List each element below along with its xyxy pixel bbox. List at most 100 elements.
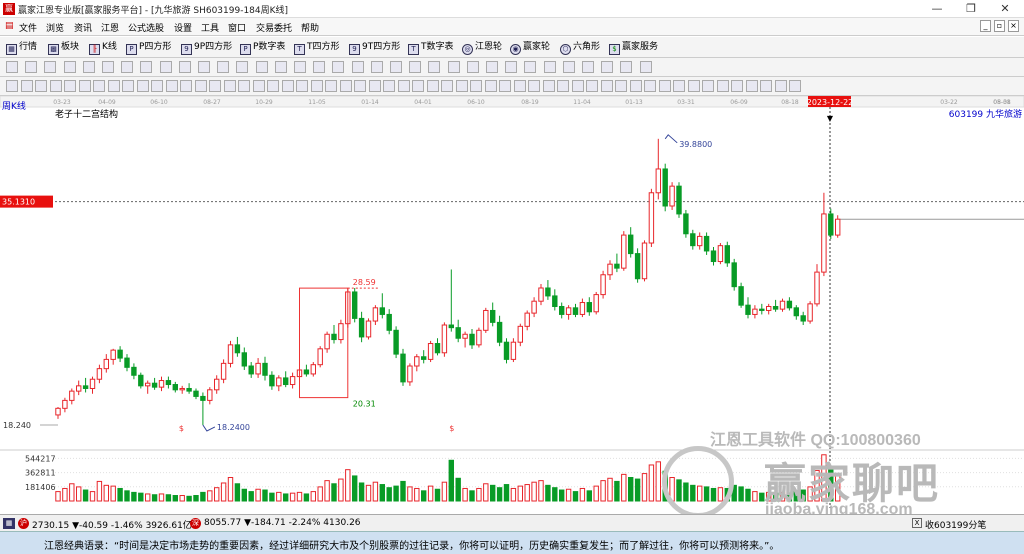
tool-icon[interactable] <box>470 80 482 92</box>
tool-icon[interactable] <box>447 61 460 73</box>
tool-icon[interactable] <box>236 61 249 73</box>
menu-formula[interactable]: 公式选股 <box>128 21 164 34</box>
tool-icon[interactable] <box>543 61 556 73</box>
tool-icon[interactable] <box>524 61 537 73</box>
kline-chart-area[interactable]: 周K线 03-23 04-09 06-10 08-27 10-29 11-05 01-14 04… <box>0 95 1024 518</box>
menu-trade[interactable]: 交易委托 <box>256 21 292 34</box>
tool-icon[interactable] <box>484 80 497 92</box>
tool-icon[interactable] <box>390 61 402 73</box>
tool-icon[interactable] <box>6 80 18 92</box>
tool-icon[interactable] <box>368 80 381 92</box>
tool-icon[interactable] <box>102 61 114 73</box>
maximize-button[interactable]: ❐ <box>956 1 986 17</box>
tool-icon[interactable] <box>159 61 172 73</box>
tool-icon[interactable] <box>428 61 441 73</box>
menu-settings[interactable]: 设置 <box>174 21 192 34</box>
tool-icon[interactable] <box>455 80 468 92</box>
tool-icon[interactable] <box>412 80 424 92</box>
tool-icon[interactable] <box>499 80 511 92</box>
tool-icon[interactable] <box>44 61 57 73</box>
tool-icon[interactable] <box>774 80 787 92</box>
sz-index-text[interactable]: 8055.77 ▼-184.71 -2.24% 4130.26 <box>204 518 361 528</box>
toolbar-9t-square-button[interactable]: 9 9T四方形 <box>349 41 400 55</box>
status-x-icon[interactable]: X <box>912 518 922 528</box>
tool-icon[interactable] <box>528 80 540 92</box>
tool-icon[interactable] <box>198 61 210 73</box>
tool-icon[interactable] <box>615 80 627 92</box>
tool-icon[interactable] <box>255 61 268 73</box>
tool-icon[interactable] <box>673 80 685 92</box>
tool-icon[interactable] <box>586 80 598 92</box>
tool-icon[interactable] <box>313 61 326 73</box>
toolbar-quotes-button[interactable]: ▦ 行情 <box>6 41 37 55</box>
toolbar-t-table-button[interactable]: T T数字表 <box>408 41 454 55</box>
status-grid-icon[interactable]: ▦ <box>3 518 15 529</box>
menu-help[interactable]: 帮助 <box>301 21 319 34</box>
tool-icon[interactable] <box>140 61 153 73</box>
tool-icon[interactable] <box>82 61 95 73</box>
tool-icon[interactable] <box>332 61 345 73</box>
tool-icon[interactable] <box>789 80 801 92</box>
tool-icon[interactable] <box>136 80 149 92</box>
tool-icon[interactable] <box>441 80 453 92</box>
tool-icon[interactable] <box>165 80 178 92</box>
menu-news[interactable]: 资讯 <box>74 21 92 34</box>
tool-icon[interactable] <box>383 80 395 92</box>
tool-icon[interactable] <box>426 80 439 92</box>
tool-icon[interactable] <box>49 80 62 92</box>
sh-index-text[interactable]: 2730.15 ▼-40.59 -1.46% 3926.61亿 <box>32 518 192 531</box>
tool-icon[interactable] <box>466 61 479 73</box>
tool-icon[interactable] <box>296 80 308 92</box>
tool-icon[interactable] <box>6 61 18 73</box>
tool-icon[interactable] <box>35 80 47 92</box>
tool-icon[interactable] <box>658 80 671 92</box>
menu-window[interactable]: 窗口 <box>228 21 246 34</box>
menu-gann[interactable]: 江恩 <box>101 21 119 34</box>
toolbar-p-table-button[interactable]: P P数字表 <box>240 41 285 55</box>
tool-icon[interactable] <box>760 80 772 92</box>
tool-icon[interactable] <box>600 80 613 92</box>
tool-icon[interactable] <box>107 80 120 92</box>
toolbar-p-square-button[interactable]: P P四方形 <box>126 41 171 55</box>
menu-tools[interactable]: 工具 <box>201 21 219 34</box>
toolbar-sector-button[interactable]: ▩ 板块 <box>48 41 79 55</box>
tool-icon[interactable] <box>223 80 236 92</box>
tool-icon[interactable] <box>557 80 569 92</box>
tool-icon[interactable] <box>78 80 91 92</box>
tool-icon[interactable] <box>180 80 192 92</box>
menu-browse[interactable]: 浏览 <box>46 21 64 34</box>
toolbar-gann-wheel-button[interactable]: ◎ 江恩轮 <box>462 41 502 55</box>
tool-icon[interactable] <box>252 80 265 92</box>
tool-icon[interactable] <box>63 61 76 73</box>
tool-icon[interactable] <box>209 80 221 92</box>
menu-file[interactable]: 文件 <box>19 21 37 34</box>
tool-icon[interactable] <box>716 80 729 92</box>
tool-icon[interactable] <box>731 80 743 92</box>
tool-icon[interactable] <box>121 61 134 73</box>
tool-icon[interactable] <box>281 80 294 92</box>
tool-icon[interactable] <box>217 61 230 73</box>
tool-icon[interactable] <box>178 61 191 73</box>
tool-icon[interactable] <box>505 61 518 73</box>
tool-icon[interactable] <box>122 80 134 92</box>
mdi-restore-button[interactable]: ▫ <box>994 20 1005 32</box>
tool-icon[interactable] <box>339 80 352 92</box>
toolbar-service-button[interactable]: $ 赢家服务 <box>609 41 658 55</box>
tool-icon[interactable] <box>745 80 758 92</box>
tool-icon[interactable] <box>310 80 323 92</box>
toolbar-hexagon-button[interactable]: ⬡ 六角形 <box>560 41 600 55</box>
tool-icon[interactable] <box>351 61 364 73</box>
toolbar-9p-square-button[interactable]: 9 9P四方形 <box>181 41 232 55</box>
status-right-text[interactable]: 收603199分笔 <box>925 518 986 531</box>
tool-icon[interactable] <box>486 61 498 73</box>
tool-icon[interactable] <box>238 80 250 92</box>
toolbar-kline-button[interactable]: ╟ K线 <box>89 41 117 55</box>
tool-icon[interactable] <box>601 61 614 73</box>
tool-icon[interactable] <box>294 61 306 73</box>
tool-icon[interactable] <box>702 80 714 92</box>
toolbar-winner-wheel-button[interactable]: ◉ 赢家轮 <box>510 41 550 55</box>
tool-icon[interactable] <box>267 80 279 92</box>
tool-icon[interactable] <box>513 80 526 92</box>
tool-icon[interactable] <box>25 61 38 73</box>
tool-icon[interactable] <box>64 80 76 92</box>
